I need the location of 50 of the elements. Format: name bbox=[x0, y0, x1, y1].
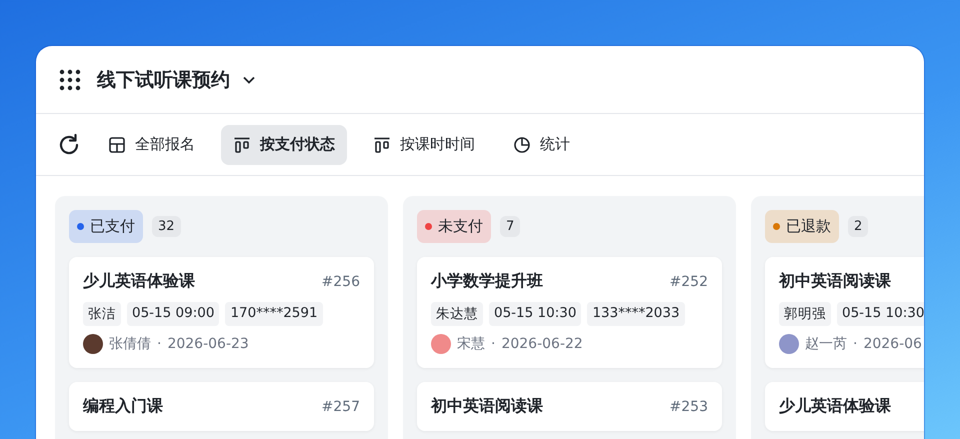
course-title: 少儿英语体验课 bbox=[779, 396, 891, 417]
assignee-name: 张倩倩 bbox=[109, 335, 151, 353]
course-title: 小学数学提升班 bbox=[431, 271, 543, 292]
status-tag: 已支付 bbox=[69, 210, 143, 243]
separator-dot: · bbox=[853, 336, 858, 352]
info-tag: 张洁 bbox=[83, 302, 121, 326]
view-tab[interactable]: 按课时时间 bbox=[361, 124, 487, 164]
info-tag: 170****2591 bbox=[225, 302, 323, 326]
info-tag: 郭明强 bbox=[779, 302, 831, 326]
course-title: 初中英语阅读课 bbox=[431, 396, 543, 417]
count-badge: 7 bbox=[500, 216, 520, 237]
booking-card[interactable]: 小学数学提升班 #252 朱达慧 05-15 10:30 133****2033 宋慧 · 2026-06-22 bbox=[417, 257, 722, 368]
date-text: 2026-06 bbox=[863, 336, 922, 352]
info-tag: 133****2033 bbox=[587, 302, 685, 326]
app-grid-icon[interactable] bbox=[59, 68, 81, 90]
booking-number: #253 bbox=[670, 398, 708, 414]
info-tag: 05-15 09:00 bbox=[127, 302, 220, 326]
status-tag: 已退款 bbox=[765, 210, 839, 243]
booking-card[interactable]: 少儿英语体验课 bbox=[765, 382, 924, 431]
status-tag: 未支付 bbox=[417, 210, 491, 243]
booking-card[interactable]: 初中英语阅读课 #253 bbox=[417, 382, 722, 431]
info-tag: 05-15 10:30 bbox=[489, 302, 582, 326]
booking-number: #257 bbox=[322, 398, 360, 414]
page-title: 线下试听课预约 bbox=[97, 68, 230, 92]
course-title: 编程入门课 bbox=[83, 396, 163, 417]
separator-dot: · bbox=[157, 336, 162, 352]
view-tab[interactable]: 按支付状态 bbox=[221, 124, 347, 164]
chevron-down-icon[interactable] bbox=[242, 74, 256, 84]
course-title: 少儿英语体验课 bbox=[83, 271, 195, 292]
count-badge: 2 bbox=[848, 216, 868, 237]
count-badge: 32 bbox=[152, 216, 181, 237]
separator-dot: · bbox=[491, 336, 496, 352]
booking-card[interactable]: 少儿英语体验课 #256 张洁 05-15 09:00 170****2591 张倩倩 · 2026-06-23 bbox=[69, 257, 374, 368]
info-tag: 05-15 10:30 bbox=[837, 302, 924, 326]
view-tab[interactable]: 统计 bbox=[501, 124, 582, 164]
date-text: 2026-06-22 bbox=[501, 336, 583, 352]
assignee-name: 宋慧 bbox=[457, 335, 485, 353]
booking-card[interactable]: 编程入门课 #257 bbox=[69, 382, 374, 431]
date-text: 2026-06-23 bbox=[167, 336, 249, 352]
board-icon bbox=[373, 136, 391, 154]
booking-number: #252 bbox=[670, 274, 708, 290]
view-tab[interactable]: 全部报名 bbox=[96, 124, 207, 164]
board-icon bbox=[233, 136, 251, 154]
course-title: 初中英语阅读课 bbox=[779, 271, 891, 292]
info-tag: 朱达慧 bbox=[431, 302, 483, 326]
booking-number: #256 bbox=[322, 274, 360, 290]
assignee-name: 赵一芮 bbox=[805, 335, 847, 353]
pie-chart-icon bbox=[513, 136, 531, 154]
booking-card[interactable]: 初中英语阅读课 郭明强 05-15 10:30 赵一芮 · 2026-06 bbox=[765, 257, 924, 368]
table-icon bbox=[108, 136, 126, 154]
